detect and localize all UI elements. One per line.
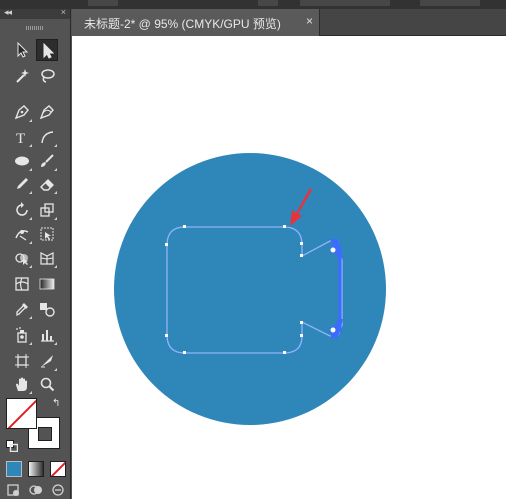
blend-tool-icon[interactable] bbox=[36, 298, 58, 320]
fill-color-swatch[interactable] bbox=[6, 398, 37, 429]
panel-grip[interactable] bbox=[26, 26, 44, 30]
collapse-panel-icon[interactable]: ◂◂ bbox=[4, 7, 12, 18]
swap-fill-stroke-icon[interactable]: ↰ bbox=[52, 398, 60, 409]
tools-panel: ◂◂ × T ↰ bbox=[0, 7, 71, 499]
pencil-tool-icon[interactable] bbox=[11, 173, 33, 195]
anchor-point[interactable] bbox=[183, 351, 186, 354]
anchor-point[interactable] bbox=[300, 334, 303, 337]
color-mode-row bbox=[6, 461, 66, 477]
shape-builder-tool-icon[interactable] bbox=[11, 247, 33, 269]
scale-tool-icon[interactable] bbox=[36, 199, 58, 221]
symbol-sprayer-tool-icon[interactable] bbox=[11, 324, 33, 346]
ellipse-tool-icon[interactable] bbox=[11, 150, 33, 172]
lasso-tool-icon[interactable] bbox=[36, 65, 58, 87]
artboard-canvas[interactable] bbox=[72, 36, 506, 499]
svg-text:T: T bbox=[16, 131, 25, 145]
slice-tool-icon[interactable] bbox=[36, 350, 58, 372]
rotate-tool-icon[interactable] bbox=[11, 199, 33, 221]
app-bar-segment bbox=[258, 0, 278, 6]
blue-circle-shape[interactable] bbox=[114, 153, 386, 425]
anchor-point[interactable] bbox=[300, 242, 303, 245]
close-panel-icon[interactable]: × bbox=[61, 7, 66, 17]
anchor-point[interactable] bbox=[300, 254, 303, 257]
pen-tool-icon[interactable] bbox=[11, 101, 33, 123]
zoom-tool-icon[interactable] bbox=[36, 373, 58, 395]
anchor-point[interactable] bbox=[165, 243, 168, 246]
default-fill-stroke-icon[interactable] bbox=[6, 440, 18, 452]
line-segment-tool-icon[interactable] bbox=[36, 126, 58, 148]
drawing-mode-row bbox=[6, 483, 66, 499]
mesh-tool-icon[interactable] bbox=[11, 273, 33, 295]
app-bar-segment bbox=[420, 0, 480, 6]
anchor-point[interactable] bbox=[183, 225, 186, 228]
close-tab-icon[interactable]: × bbox=[306, 14, 313, 28]
document-tab-bar: 未标题-2* @ 95% (CMYK/GPU 预览) × bbox=[72, 9, 506, 36]
app-bar-segment bbox=[88, 0, 118, 6]
app-bar-segment bbox=[300, 0, 390, 6]
type-tool-icon[interactable]: T bbox=[11, 126, 33, 148]
anchor-point[interactable] bbox=[283, 225, 286, 228]
fill-stroke-widget: ↰ bbox=[6, 398, 64, 454]
document-tab-title: 未标题-2* @ 95% (CMYK/GPU 预览) bbox=[84, 17, 281, 31]
lens-anchor-handle[interactable] bbox=[329, 246, 337, 254]
free-transform-tool-icon[interactable] bbox=[36, 223, 58, 245]
direct-selection-tool-icon[interactable] bbox=[36, 39, 58, 61]
width-tool-icon[interactable] bbox=[11, 223, 33, 245]
gradient-mode-icon[interactable] bbox=[28, 461, 44, 477]
anchor-point[interactable] bbox=[300, 321, 303, 324]
gradient-tool-icon[interactable] bbox=[36, 273, 58, 295]
column-graph-tool-icon[interactable] bbox=[36, 324, 58, 346]
hand-tool-icon[interactable] bbox=[11, 373, 33, 395]
curvature-tool-icon[interactable] bbox=[36, 101, 58, 123]
eyedropper-tool-icon[interactable] bbox=[11, 298, 33, 320]
anchor-point[interactable] bbox=[165, 334, 168, 337]
draw-normal-icon[interactable] bbox=[6, 483, 22, 497]
artboard-tool-icon[interactable] bbox=[11, 350, 33, 372]
app-bar-strip bbox=[0, 0, 506, 9]
draw-behind-icon[interactable] bbox=[28, 483, 44, 497]
artwork bbox=[114, 153, 386, 425]
screen-mode-icon[interactable] bbox=[50, 483, 66, 497]
paintbrush-tool-icon[interactable] bbox=[36, 150, 58, 172]
tools-panel-header[interactable]: ◂◂ × bbox=[0, 7, 70, 19]
magic-wand-tool-icon[interactable] bbox=[11, 65, 33, 87]
eraser-tool-icon[interactable] bbox=[36, 173, 58, 195]
lens-anchor-handle[interactable] bbox=[329, 326, 337, 334]
document-tab[interactable]: 未标题-2* @ 95% (CMYK/GPU 预览) × bbox=[72, 9, 320, 36]
selection-tool-icon[interactable] bbox=[11, 39, 33, 61]
color-mode-icon[interactable] bbox=[6, 461, 22, 477]
none-mode-icon[interactable] bbox=[50, 461, 66, 477]
anchor-point[interactable] bbox=[283, 351, 286, 354]
document-area: 未标题-2* @ 95% (CMYK/GPU 预览) × bbox=[72, 9, 506, 499]
perspective-grid-tool-icon[interactable] bbox=[36, 247, 58, 269]
